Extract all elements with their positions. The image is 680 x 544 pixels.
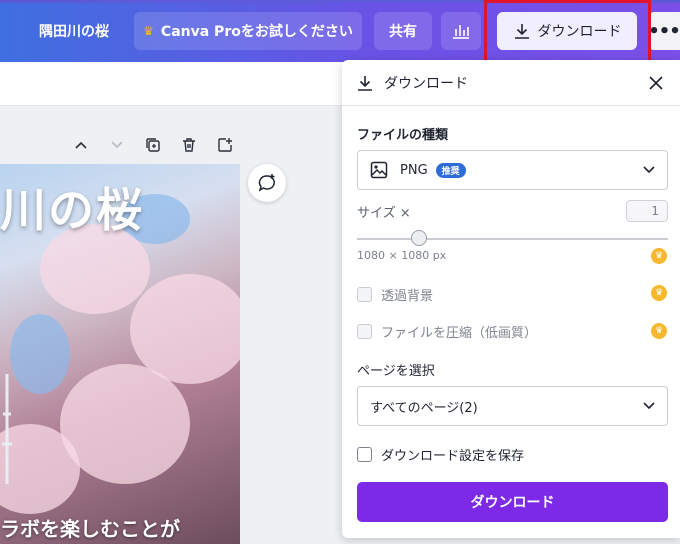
insights-button[interactable]	[441, 12, 481, 50]
download-panel-header: ダウンロード	[342, 60, 680, 106]
artwork-bottom-text: ラボを楽しむことが	[0, 517, 180, 541]
more-horizontal-icon: •••	[648, 20, 680, 42]
recommended-badge: 推奨	[435, 162, 466, 178]
bar-chart-icon	[453, 25, 469, 39]
add-comment-button[interactable]	[248, 164, 286, 202]
try-pro-label: Canva Proをお試しください	[160, 24, 353, 40]
transparent-background-checkbox[interactable]	[357, 287, 372, 302]
artwork-title: 川の桜	[0, 183, 144, 237]
compress-file-checkbox[interactable]	[357, 324, 372, 339]
share-label: 共有	[389, 24, 417, 40]
size-slider-thumb[interactable]	[411, 230, 428, 246]
size-label: サイズ ×	[357, 206, 411, 221]
file-type-value: PNG	[400, 162, 428, 178]
transparent-background-option[interactable]: 透過背景	[357, 285, 433, 304]
crown-icon: ♛	[651, 323, 667, 339]
chevron-down-icon[interactable]	[106, 136, 128, 154]
size-input[interactable]: 1	[626, 200, 668, 222]
save-settings-checkbox[interactable]	[357, 447, 372, 462]
chevron-down-icon	[643, 163, 655, 178]
panel-download-button[interactable]: ダウンロード	[357, 482, 668, 522]
chevron-up-icon[interactable]	[70, 136, 92, 154]
try-pro-button[interactable]: ♛ Canva Proをお試しください	[134, 12, 362, 50]
save-settings-option[interactable]: ダウンロード設定を保存	[357, 445, 524, 464]
design-title-text: 隅田川の桜	[39, 24, 109, 40]
close-icon[interactable]	[646, 73, 666, 93]
select-pages-dropdown[interactable]: すべてのページ(2)	[357, 386, 668, 426]
compress-file-label: ファイルを圧縮（低画質）	[381, 326, 538, 341]
download-panel: ダウンロード ファイルの種類 PNG 推奨 サイズ × 1 1080 × 108…	[342, 60, 680, 538]
tower-shape	[2, 374, 12, 484]
design-title[interactable]: 隅田川の桜	[22, 12, 126, 50]
page-tools	[70, 136, 236, 154]
compress-file-option[interactable]: ファイルを圧縮（低画質）	[357, 322, 537, 341]
select-pages-value: すべてのページ(2)	[370, 400, 478, 416]
transparent-background-label: 透過背景	[381, 289, 434, 304]
highlight-box	[484, 0, 651, 64]
download-icon	[358, 75, 372, 91]
size-slider-track[interactable]	[357, 238, 668, 240]
trash-icon[interactable]	[178, 136, 200, 154]
crown-icon: ♛	[143, 24, 154, 38]
image-icon	[370, 161, 388, 179]
comment-plus-icon	[258, 174, 275, 192]
dimensions-text: 1080 × 1080 px	[357, 249, 447, 262]
crown-icon: ♛	[651, 285, 667, 301]
share-button[interactable]: 共有	[374, 12, 432, 50]
select-pages-label: ページを選択	[357, 364, 435, 379]
chevron-down-icon	[643, 399, 655, 414]
duplicate-page-icon[interactable]	[142, 136, 164, 154]
sky-patch	[10, 314, 70, 394]
more-button[interactable]: •••	[648, 12, 680, 50]
panel-title: ダウンロード	[384, 75, 468, 92]
file-type-select[interactable]: PNG 推奨	[357, 150, 668, 190]
design-canvas[interactable]: 川の桜 ラボを楽しむことが	[0, 164, 240, 544]
file-type-label: ファイルの種類	[357, 128, 449, 143]
top-toolbar: 隅田川の桜 ♛ Canva Proをお試しください 共有 ダウンロード •••	[0, 0, 680, 64]
crown-icon: ♛	[651, 248, 667, 264]
add-page-icon[interactable]	[214, 136, 236, 154]
save-settings-label: ダウンロード設定を保存	[381, 449, 525, 464]
